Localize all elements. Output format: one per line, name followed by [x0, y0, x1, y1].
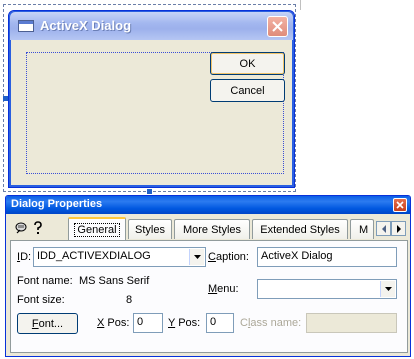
- caption-field[interactable]: ActiveX Dialog: [257, 247, 397, 267]
- tab-scroll-right-button[interactable]: [391, 221, 406, 236]
- class-name-label: Class name:: [240, 317, 302, 329]
- xpos-field[interactable]: 0: [133, 313, 163, 333]
- ypos-field[interactable]: 0: [206, 313, 234, 333]
- font-name-label: Font name:: [17, 275, 73, 287]
- class-name-field: [306, 313, 397, 333]
- xpos-label: X Pos:: [97, 317, 130, 329]
- tab-more-styles[interactable]: More Styles: [174, 219, 250, 239]
- pushpin-icon[interactable]: [13, 220, 29, 236]
- properties-body: General Styles More Styles Extended Styl…: [8, 216, 408, 354]
- tab-scroll-left-button[interactable]: [376, 221, 391, 236]
- tab-label: More Styles: [182, 223, 242, 236]
- chevron-down-icon[interactable]: [380, 281, 395, 297]
- activex-dialog-preview[interactable]: ActiveX Dialog OK Cancel: [8, 10, 295, 188]
- tab-label: General: [74, 222, 120, 237]
- window-icon: [18, 20, 34, 32]
- menu-label: Menu:: [208, 283, 239, 295]
- cancel-button[interactable]: Cancel: [210, 79, 285, 102]
- tab-more[interactable]: M: [350, 219, 374, 239]
- dialog-titlebar[interactable]: ActiveX Dialog: [10, 12, 293, 40]
- ypos-label: Y Pos:: [168, 317, 201, 329]
- tab-label: Styles: [135, 223, 165, 236]
- menu-combobox[interactable]: [257, 279, 397, 299]
- resource-editor-canvas[interactable]: ActiveX Dialog OK Cancel: [0, 0, 414, 194]
- general-tab-panel: ID: IDD_ACTIVEXDIALOG Caption: ActiveX D…: [10, 240, 408, 353]
- resize-handle-bottom[interactable]: [147, 189, 152, 194]
- dialog-client-area: OK Cancel: [12, 40, 291, 184]
- id-combobox[interactable]: IDD_ACTIVEXDIALOG: [33, 247, 206, 267]
- dialog-properties-window: Dialog Properties General Styles More St…: [5, 195, 411, 357]
- dialog-title: ActiveX Dialog: [40, 18, 132, 33]
- tab-general[interactable]: General: [68, 217, 126, 240]
- font-size-value: 8: [126, 294, 133, 306]
- help-icon[interactable]: [30, 220, 46, 236]
- close-icon[interactable]: [393, 198, 407, 212]
- font-button[interactable]: Font...: [17, 313, 78, 334]
- close-icon[interactable]: [267, 16, 288, 37]
- properties-titlebar[interactable]: Dialog Properties: [6, 196, 410, 214]
- font-size-label: Font size:: [17, 294, 65, 306]
- properties-title: Dialog Properties: [11, 198, 103, 210]
- tab-label: Extended Styles: [260, 223, 340, 236]
- tab-extended-styles[interactable]: Extended Styles: [252, 219, 348, 239]
- chevron-down-icon[interactable]: [189, 249, 204, 265]
- font-name-value: MS Sans Serif: [79, 275, 150, 287]
- canvas-divider: [300, 0, 301, 10]
- caption-label: Caption:: [208, 251, 249, 263]
- tab-label: M: [359, 223, 369, 236]
- tab-styles[interactable]: Styles: [128, 219, 172, 239]
- id-value: IDD_ACTIVEXDIALOG: [37, 250, 151, 262]
- id-label: ID:: [17, 251, 32, 263]
- ok-button[interactable]: OK: [210, 52, 285, 75]
